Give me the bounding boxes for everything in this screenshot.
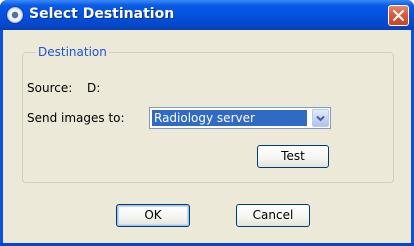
test-button[interactable]: Test bbox=[257, 145, 329, 168]
ok-button[interactable]: OK bbox=[116, 204, 190, 227]
destination-legend: Destination bbox=[36, 45, 109, 59]
destination-select-value: Radiology server bbox=[152, 110, 307, 126]
dialog-window: Select Destination Destination Source: D… bbox=[0, 0, 414, 246]
title-bar[interactable]: Select Destination bbox=[0, 0, 414, 30]
destination-select[interactable]: Radiology server bbox=[149, 107, 331, 129]
send-images-label: Send images to: bbox=[27, 111, 125, 125]
dropdown-arrow-button[interactable] bbox=[312, 109, 329, 127]
source-value: D: bbox=[87, 81, 101, 95]
close-icon bbox=[393, 10, 404, 21]
window-title: Select Destination bbox=[29, 6, 175, 22]
chevron-down-icon bbox=[316, 115, 325, 122]
dialog-client-area: Destination Source: D: Send images to: R… bbox=[3, 30, 411, 243]
source-label: Source: bbox=[27, 81, 73, 95]
app-disc-icon bbox=[7, 7, 23, 23]
close-button[interactable] bbox=[388, 5, 409, 26]
cancel-button[interactable]: Cancel bbox=[236, 204, 310, 227]
